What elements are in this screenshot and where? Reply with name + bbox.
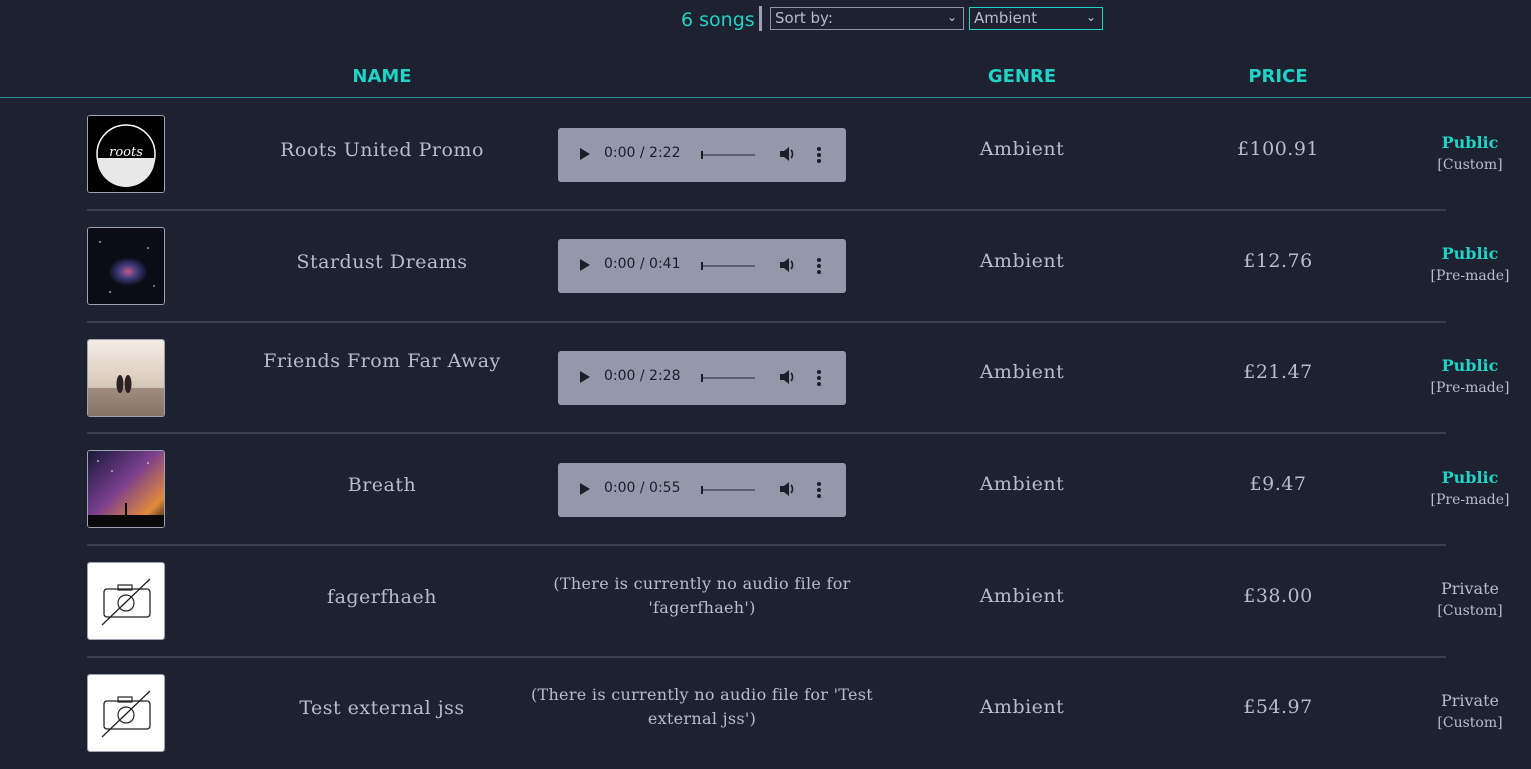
song-genre: Ambient <box>979 585 1065 607</box>
visibility-status[interactable]: Private <box>1410 578 1530 600</box>
song-name: Test external jss <box>299 697 465 719</box>
audio-time: 0:00 / 0:55 <box>604 480 681 496</box>
song-price: £9.47 <box>1249 473 1307 495</box>
song-name: Roots United Promo <box>280 139 484 161</box>
sort-select[interactable]: Sort by: ⌄ <box>770 7 964 30</box>
cover-art <box>87 674 165 752</box>
song-price: £100.91 <box>1236 138 1320 160</box>
song-price: £38.00 <box>1243 585 1313 607</box>
volume-icon[interactable] <box>779 256 795 274</box>
volume-icon[interactable] <box>779 368 795 386</box>
audio-time: 0:00 / 2:22 <box>604 145 681 161</box>
column-header-price[interactable]: PRICE <box>1178 66 1378 87</box>
visibility: Public [Pre-made] <box>1410 467 1530 511</box>
song-row: roots Roots United Promo 0:00 / 2:22 Amb… <box>0 98 1531 211</box>
song-type: [Custom] <box>1437 715 1503 731</box>
visibility-status[interactable]: Private <box>1410 690 1530 712</box>
audio-time: 0:00 / 2:28 <box>604 368 681 384</box>
cover-art <box>87 339 165 417</box>
song-name: Breath <box>347 474 417 496</box>
song-price: £54.97 <box>1243 696 1313 718</box>
play-icon[interactable] <box>580 371 590 383</box>
seek-slider[interactable] <box>701 151 755 159</box>
chevron-down-icon: ⌄ <box>946 10 957 24</box>
audio-player[interactable]: 0:00 / 2:28 <box>558 351 846 405</box>
chevron-down-icon: ⌄ <box>1085 10 1096 24</box>
audio-player[interactable]: 0:00 / 0:55 <box>558 463 846 517</box>
song-type: [Pre-made] <box>1430 380 1510 396</box>
song-row: Breath 0:00 / 0:55 Ambient £9.47 Public … <box>0 433 1531 546</box>
genre-select-value: Ambient <box>974 9 1038 27</box>
divider <box>759 6 762 31</box>
visibility-status[interactable]: Public <box>1410 243 1530 265</box>
more-options-icon[interactable] <box>817 258 821 276</box>
play-icon[interactable] <box>580 148 590 160</box>
song-type: [Custom] <box>1437 157 1503 173</box>
no-audio-message: (There is currently no audio file for 'f… <box>553 574 851 617</box>
song-name: Stardust Dreams <box>296 251 468 273</box>
song-count: 6 songs <box>681 9 755 31</box>
visibility-status[interactable]: Public <box>1410 132 1530 154</box>
audio-player[interactable]: 0:00 / 0:41 <box>558 239 846 293</box>
seek-slider[interactable] <box>701 374 755 382</box>
toolbar: 6 songs Sort by: ⌄ Ambient ⌄ <box>0 0 1531 40</box>
song-genre: Ambient <box>979 361 1065 383</box>
song-genre: Ambient <box>979 250 1065 272</box>
no-image-icon <box>88 563 164 639</box>
song-name: fagerfhaeh <box>327 586 437 608</box>
visibility-status[interactable]: Public <box>1410 467 1530 489</box>
visibility: Public [Pre-made] <box>1410 355 1530 399</box>
svg-text:roots: roots <box>109 145 143 160</box>
volume-icon[interactable] <box>779 480 795 498</box>
play-icon[interactable] <box>580 483 590 495</box>
song-type: [Custom] <box>1437 603 1503 619</box>
cover-art <box>87 450 165 528</box>
visibility: Public [Pre-made] <box>1410 243 1530 287</box>
no-image-icon <box>88 675 164 751</box>
visibility: Public [Custom] <box>1410 132 1530 176</box>
song-type: [Pre-made] <box>1430 492 1510 508</box>
song-price: £12.76 <box>1243 250 1313 272</box>
song-row: Test external jss (There is currently no… <box>0 657 1531 769</box>
audio-time: 0:00 / 0:41 <box>604 256 681 272</box>
seek-slider[interactable] <box>701 262 755 270</box>
visibility: Private [Custom] <box>1410 690 1530 734</box>
volume-icon[interactable] <box>779 145 795 163</box>
more-options-icon[interactable] <box>817 370 821 388</box>
genre-select[interactable]: Ambient ⌄ <box>969 7 1103 30</box>
column-header-genre[interactable]: GENRE <box>922 66 1122 87</box>
song-genre: Ambient <box>979 473 1065 495</box>
column-header-name[interactable]: NAME <box>282 66 482 87</box>
no-audio-message: (There is currently no audio file for 'T… <box>530 685 874 728</box>
seek-slider[interactable] <box>701 486 755 494</box>
song-genre: Ambient <box>979 138 1065 160</box>
song-type: [Pre-made] <box>1430 268 1510 284</box>
visibility-status[interactable]: Public <box>1410 355 1530 377</box>
song-row: fagerfhaeh (There is currently no audio … <box>0 545 1531 658</box>
cover-art <box>87 562 165 640</box>
visibility: Private [Custom] <box>1410 578 1530 622</box>
song-row: Stardust Dreams 0:00 / 0:41 Ambient £12.… <box>0 210 1531 323</box>
more-options-icon[interactable] <box>817 147 821 165</box>
song-row: Friends From Far Away 0:00 / 2:28 Ambien… <box>0 322 1531 434</box>
song-name: Friends From Far Away <box>263 350 501 372</box>
song-price: £21.47 <box>1243 361 1313 383</box>
cover-art: roots <box>87 115 165 193</box>
sort-select-value: Sort by: <box>775 9 833 27</box>
cover-art <box>87 227 165 305</box>
more-options-icon[interactable] <box>817 482 821 500</box>
audio-player[interactable]: 0:00 / 2:22 <box>558 128 846 182</box>
play-icon[interactable] <box>580 259 590 271</box>
song-genre: Ambient <box>979 696 1065 718</box>
